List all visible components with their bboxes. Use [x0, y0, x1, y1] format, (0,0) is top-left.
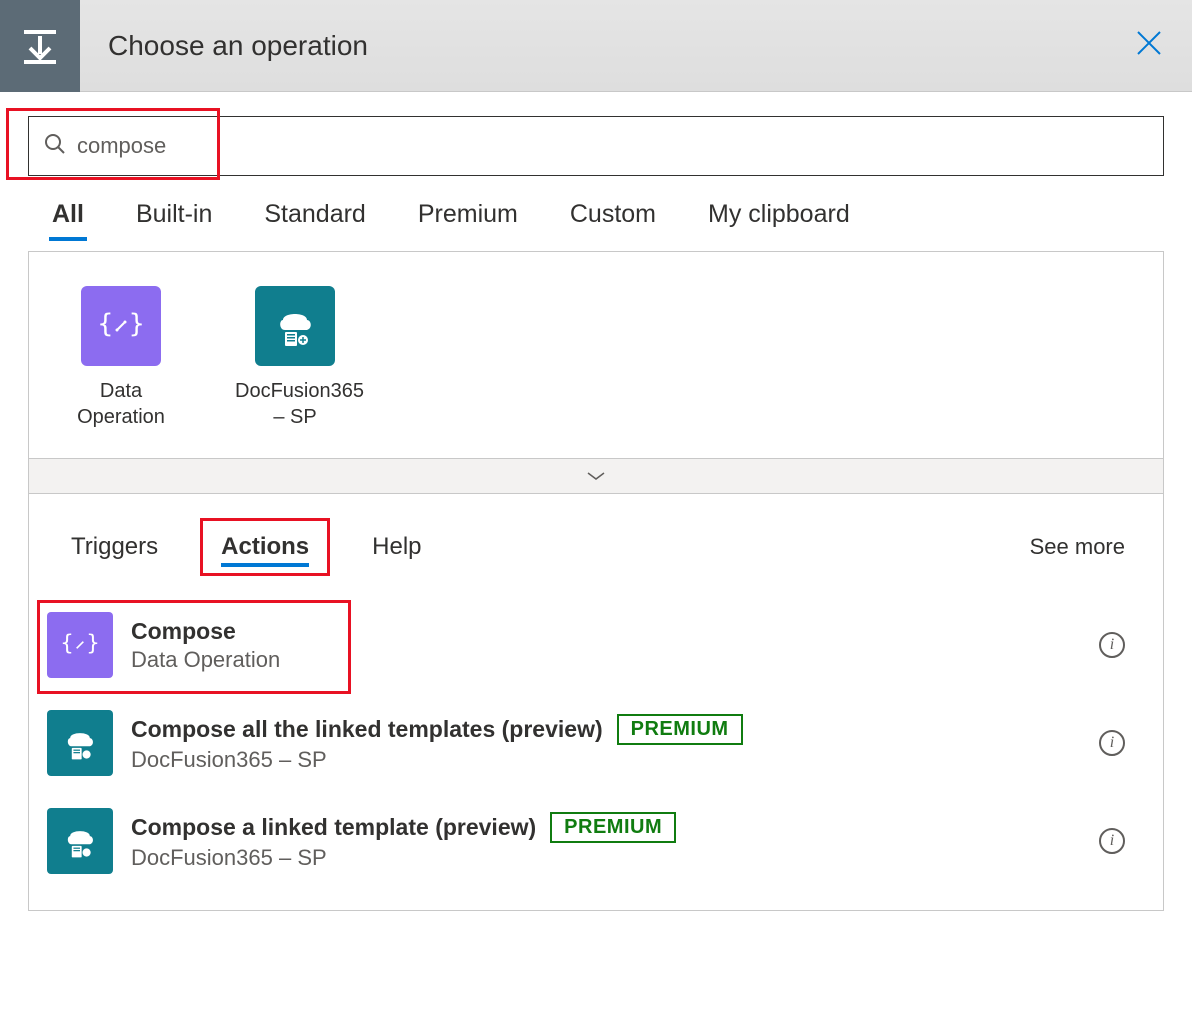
dialog-title: Choose an operation [108, 30, 368, 62]
action-compose-all-linked-templates[interactable]: Compose all the linked templates (previe… [29, 694, 1163, 792]
subtab-help[interactable]: Help [354, 521, 439, 573]
svg-text:{ }: { } [60, 631, 99, 656]
close-icon[interactable] [1134, 28, 1164, 63]
svg-text:{ }: { } [98, 309, 145, 339]
search-box[interactable] [28, 116, 1164, 176]
data-operation-icon: { } [47, 612, 113, 678]
action-title: Compose [131, 618, 236, 645]
info-icon[interactable]: i [1099, 632, 1125, 658]
premium-badge: PREMIUM [550, 812, 676, 843]
tab-custom[interactable]: Custom [570, 200, 656, 237]
results-panel: { } Data Operation [28, 251, 1164, 911]
action-compose-linked-template[interactable]: Compose a linked template (preview) PREM… [29, 792, 1163, 890]
action-subtitle: Data Operation [131, 647, 1081, 673]
connector-data-operation[interactable]: { } Data Operation [61, 286, 181, 430]
tab-built-in[interactable]: Built-in [136, 200, 212, 237]
connector-label: DocFusion365 – SP [235, 378, 355, 430]
search-container [0, 92, 1192, 188]
search-icon [43, 132, 67, 161]
action-title: Compose all the linked templates (previe… [131, 716, 603, 743]
premium-badge: PREMIUM [617, 714, 743, 745]
subtab-triggers[interactable]: Triggers [53, 521, 176, 573]
subtab-actions[interactable]: Actions [200, 518, 330, 576]
search-input[interactable] [77, 133, 1149, 159]
subtabs-row: Triggers Actions Help See more [29, 494, 1163, 596]
action-subtitle: DocFusion365 – SP [131, 845, 1081, 871]
filter-tabs: All Built-in Standard Premium Custom My … [0, 188, 1192, 251]
tab-all[interactable]: All [52, 200, 84, 237]
tab-my-clipboard[interactable]: My clipboard [708, 200, 850, 237]
docfusion-icon [47, 808, 113, 874]
see-more-link[interactable]: See more [1030, 534, 1125, 560]
docfusion-icon [255, 286, 335, 366]
operation-header-icon [0, 0, 80, 92]
action-compose[interactable]: { } Compose Data Operation i [29, 596, 1163, 694]
tab-standard[interactable]: Standard [264, 200, 365, 237]
chevron-down-icon [586, 470, 606, 482]
action-subtitle: DocFusion365 – SP [131, 747, 1081, 773]
action-list: { } Compose Data Operation i [29, 596, 1163, 910]
info-icon[interactable]: i [1099, 730, 1125, 756]
connector-grid: { } Data Operation [29, 252, 1163, 458]
data-operation-icon: { } [81, 286, 161, 366]
docfusion-icon [47, 710, 113, 776]
connector-label: Data Operation [61, 378, 181, 430]
dialog-header: Choose an operation [0, 0, 1192, 92]
action-title: Compose a linked template (preview) [131, 814, 536, 841]
expand-toggle[interactable] [29, 458, 1163, 494]
connector-docfusion365[interactable]: DocFusion365 – SP [235, 286, 355, 430]
tab-premium[interactable]: Premium [418, 200, 518, 237]
info-icon[interactable]: i [1099, 828, 1125, 854]
